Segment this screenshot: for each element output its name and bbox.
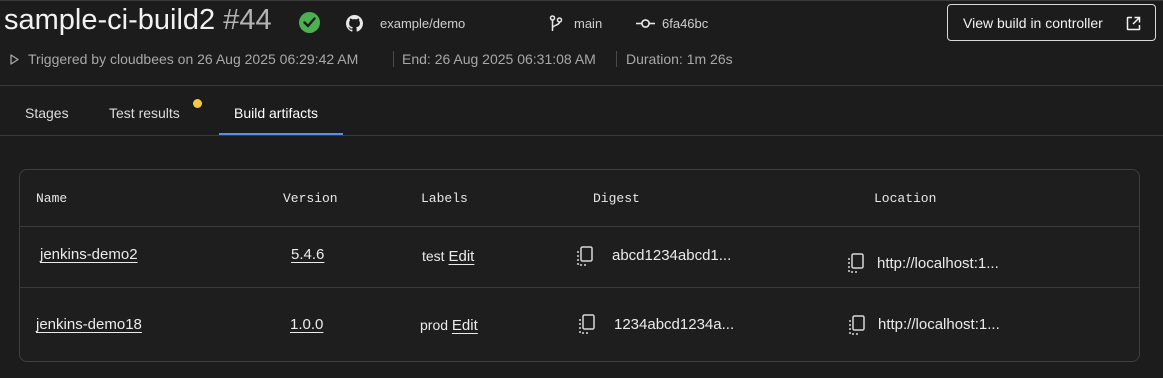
divider <box>393 51 394 67</box>
play-icon <box>10 54 19 65</box>
artifact-name-link[interactable]: jenkins-demo18 <box>36 316 142 333</box>
branch-link[interactable]: main <box>549 15 619 33</box>
commit-hash: 6fa46bc <box>662 16 709 31</box>
duration-text: Duration: 1m 26s <box>626 51 733 67</box>
artifact-version-link[interactable]: 5.4.6 <box>291 246 324 263</box>
tab-build-artifacts[interactable]: Build artifacts <box>234 105 318 121</box>
github-icon <box>346 15 363 32</box>
label-value: prod <box>420 317 449 333</box>
artifact-location: http://localhost:1... <box>878 316 1000 333</box>
row-divider <box>20 287 1139 288</box>
view-build-in-controller-button[interactable]: View build in controller <box>947 4 1156 41</box>
branch-icon <box>549 15 563 31</box>
header-divider <box>0 85 1163 86</box>
column-header-digest: Digest <box>593 191 640 206</box>
edit-labels-link[interactable]: Edit <box>448 248 474 265</box>
success-check-icon <box>299 12 320 33</box>
tab-stages[interactable]: Stages <box>25 105 69 121</box>
tab-test-results[interactable]: Test results <box>109 105 180 121</box>
notification-dot <box>193 99 202 108</box>
artifact-location: http://localhost:1... <box>877 255 999 272</box>
build-name: sample-ci-build2 <box>4 4 216 36</box>
copy-location-icon[interactable] <box>848 315 866 336</box>
triggered-by-text: Triggered by cloudbees on 26 Aug 2025 06… <box>28 51 359 67</box>
copy-location-icon[interactable] <box>847 253 865 274</box>
column-header-name: Name <box>36 191 68 206</box>
end-time-text: End: 26 Aug 2025 06:31:08 AM <box>402 51 596 67</box>
copy-digest-icon[interactable] <box>576 246 594 267</box>
tabs-divider <box>0 135 1163 136</box>
commit-link[interactable]: 6fa46bc <box>636 15 726 33</box>
artifact-digest: 1234abcd1234a... <box>614 316 735 333</box>
divider <box>616 51 617 67</box>
label-value: test <box>422 248 445 264</box>
repository-name: example/demo <box>380 16 466 31</box>
commit-icon <box>636 19 655 28</box>
view-build-label: View build in controller <box>963 15 1103 31</box>
artifact-version-link[interactable]: 1.0.0 <box>290 316 323 333</box>
row-divider <box>20 226 1139 227</box>
column-header-labels: Labels <box>421 191 468 206</box>
copy-digest-icon[interactable] <box>578 314 596 335</box>
column-header-version: Version <box>283 191 338 206</box>
repository-link[interactable]: example/demo <box>346 15 476 33</box>
artifact-digest: abcd1234abcd1... <box>612 247 732 264</box>
external-link-icon <box>1126 16 1141 31</box>
branch-name: main <box>574 16 603 31</box>
edit-labels-link[interactable]: Edit <box>452 317 478 334</box>
page-title: sample-ci-build2 #44 <box>4 4 272 37</box>
artifact-label: test Edit <box>422 248 474 265</box>
artifact-name-link[interactable]: jenkins-demo2 <box>40 246 138 263</box>
build-number: #44 <box>223 4 272 36</box>
column-header-location: Location <box>874 191 937 206</box>
artifact-label: prod Edit <box>420 317 478 334</box>
